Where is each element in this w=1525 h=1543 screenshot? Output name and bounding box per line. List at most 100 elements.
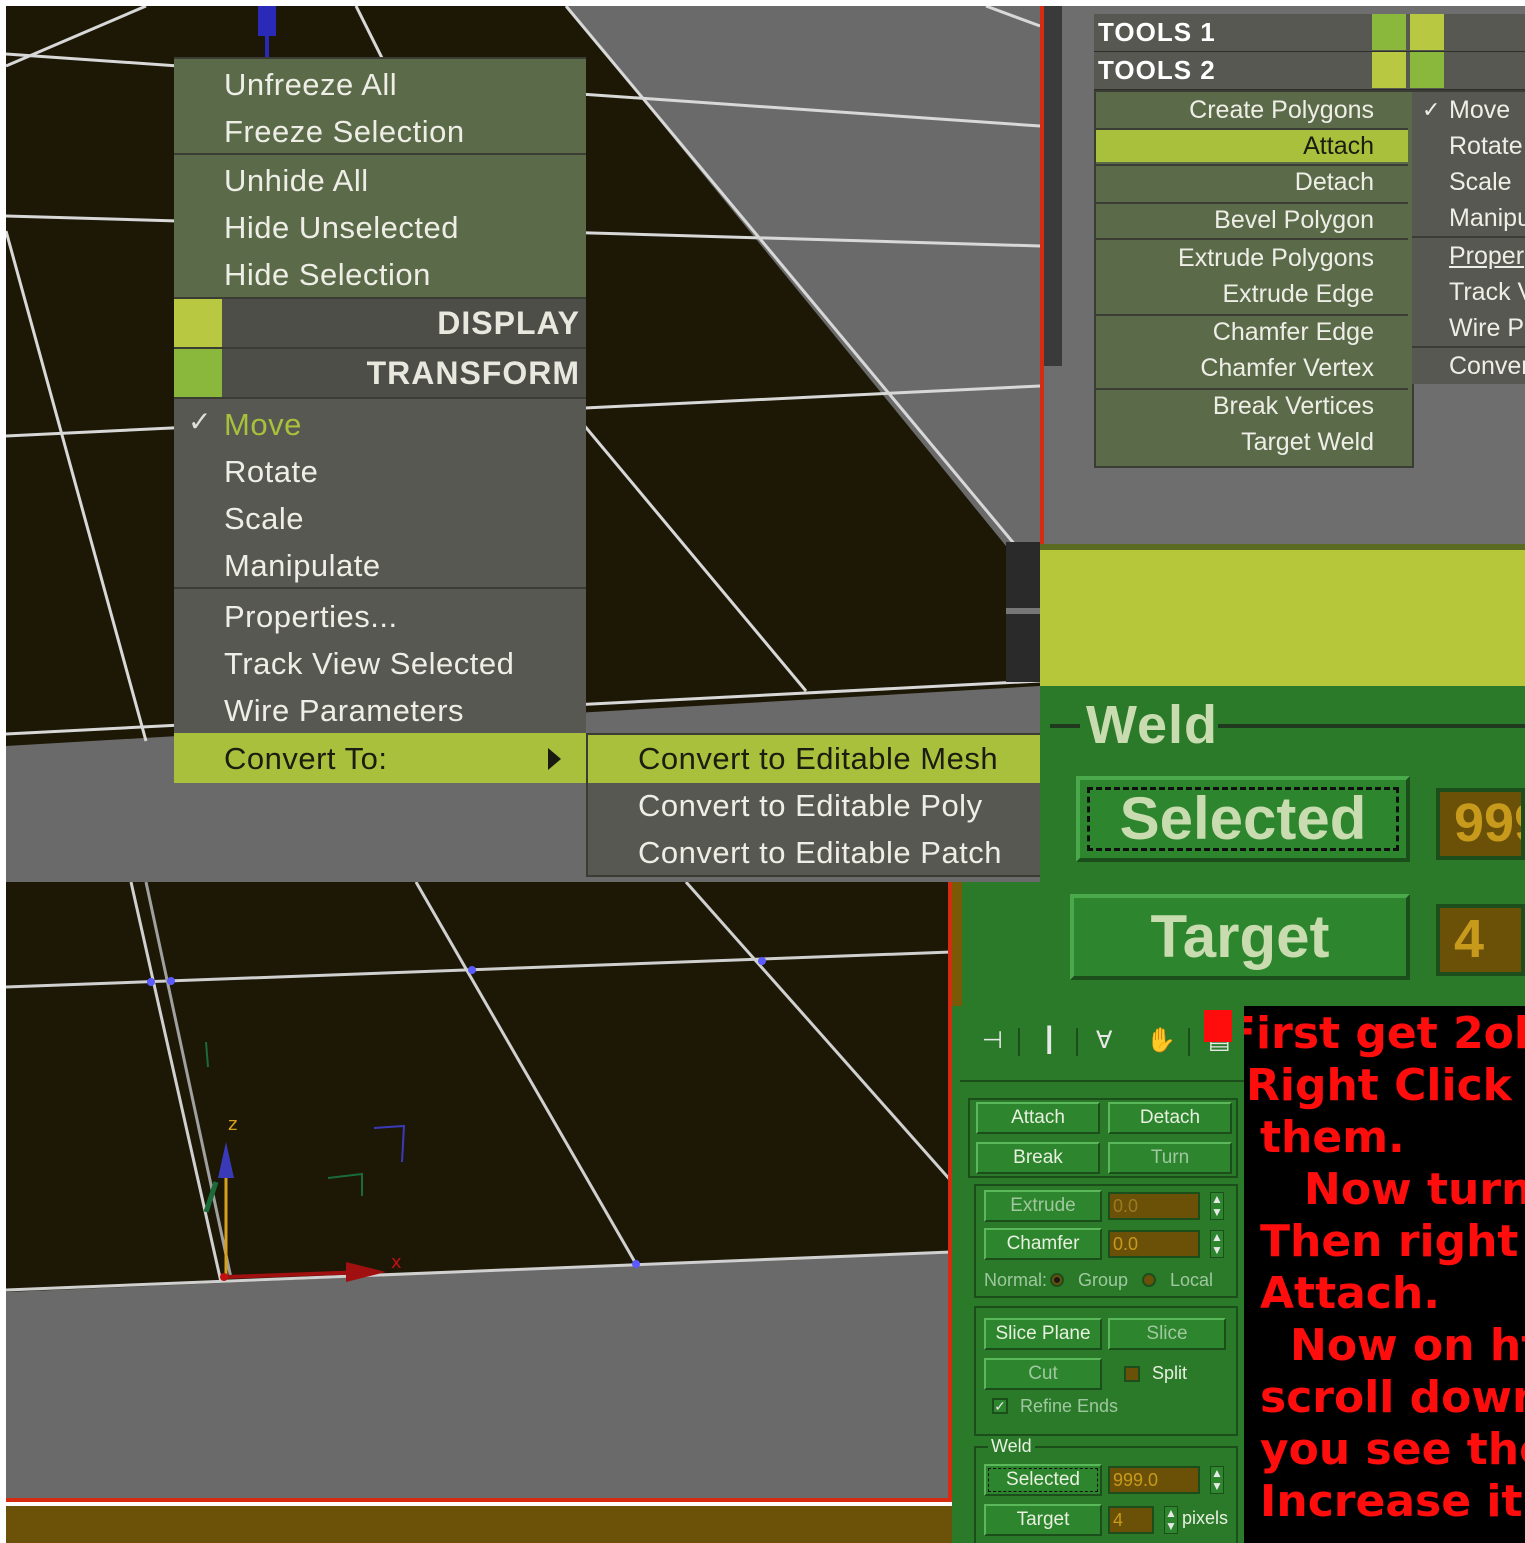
note-line-10: Increase it (1260, 1476, 1523, 1527)
menu-item-unfreeze-all[interactable]: Unfreeze All (224, 61, 397, 108)
quad-menu: Unfreeze All Freeze Selection Unhide All… (174, 57, 586, 783)
weld-zoom-panel: Weld Selected 999 Target 4 (1040, 544, 1525, 1006)
menu-item-scale-2[interactable]: Scale (1449, 164, 1512, 200)
local-label: Local (1170, 1270, 1214, 1290)
menu-item-convert-editable-mesh[interactable]: Convert to Editable Mesh (638, 735, 998, 782)
menu-item-rotate-2[interactable]: Rotate (1449, 128, 1523, 164)
tools1-list: ✓ Move Rotate Scale Manipu Proper Track … (1412, 90, 1525, 384)
weld-target-small-button[interactable]: Target (984, 1504, 1102, 1536)
display-group-1: Unfreeze All Freeze Selection (174, 57, 586, 153)
group-label: Group (1078, 1270, 1129, 1290)
hand-icon[interactable]: ✋ (1146, 1026, 1176, 1055)
menu-item-chamfer-edge[interactable]: Chamfer Edge (1213, 314, 1374, 350)
menu-item-manipulate[interactable]: Manipulate (224, 542, 381, 589)
cut-button[interactable]: Cut (984, 1358, 1102, 1390)
chamfer-amount-field[interactable]: 0.0 (1108, 1230, 1200, 1258)
menu-item-detach[interactable]: Detach (1295, 164, 1374, 200)
menu-item-bevel-polygon[interactable]: Bevel Polygon (1214, 202, 1374, 238)
tools1-swatch-b (1410, 14, 1444, 50)
menu-item-convert-editable-patch[interactable]: Convert to Editable Patch (638, 829, 1002, 876)
weld-threshold-small-field[interactable]: 999.0 (1108, 1466, 1200, 1494)
menu-item-properties[interactable]: Properties... (224, 593, 398, 640)
pixels-label: pixels (1182, 1508, 1229, 1528)
stack-icon[interactable]: ┃ (1042, 1026, 1056, 1055)
slice-plane-button[interactable]: Slice Plane (984, 1318, 1102, 1350)
viewport-edge (1044, 6, 1062, 366)
menu-item-convert-2[interactable]: Conver (1449, 348, 1525, 384)
menu-item-wire-parameters[interactable]: Wire Parameters (224, 687, 464, 734)
menu-item-track-view-selected[interactable]: Track View Selected (224, 640, 514, 687)
weld-target-field[interactable]: 4 (1436, 904, 1525, 976)
display-header[interactable]: DISPLAY (174, 297, 586, 349)
instruction-note: First get 2obj Right Click them. Now tur… (1244, 1006, 1525, 1543)
submenu-arrow-icon (548, 748, 561, 770)
weld-selected-label: Selected (1119, 785, 1367, 852)
menu-item-target-weld[interactable]: Target Weld (1241, 424, 1374, 460)
weld-selected-button[interactable]: Selected (1076, 776, 1410, 862)
split-checkbox[interactable] (1124, 1366, 1140, 1382)
tools1-header[interactable]: TOOLS 1 (1094, 14, 1525, 53)
tools2-header[interactable]: TOOLS 2 (1094, 52, 1525, 91)
detach-button[interactable]: Detach (1108, 1102, 1232, 1134)
menu-item-manipulate-2[interactable]: Manipu (1449, 200, 1525, 236)
tools2-label: TOOLS 2 (1098, 55, 1216, 85)
bottom-viewport[interactable]: z x (6, 882, 952, 1502)
extrude-button[interactable]: Extrude (984, 1190, 1102, 1222)
chamfer-button[interactable]: Chamfer (984, 1228, 1102, 1260)
menu-item-unhide-all[interactable]: Unhide All (224, 157, 369, 204)
display-group-2: Unhide All Hide Unselected Hide Selectio… (174, 153, 586, 297)
menu-item-convert-to[interactable]: Convert To: (174, 733, 586, 783)
chamfer-spinner[interactable]: ▲ ▼ (1210, 1230, 1224, 1258)
break-button[interactable]: Break (976, 1142, 1100, 1174)
weld-target-spinner[interactable]: ▲ ▼ (1164, 1506, 1178, 1534)
extrude-amount-field[interactable]: 0.0 (1108, 1192, 1200, 1220)
weld-label: Weld (988, 1436, 1035, 1457)
normal-local-radio[interactable] (1142, 1273, 1156, 1287)
transform-header[interactable]: TRANSFORM (174, 347, 586, 399)
weld-target-label: Target (1150, 903, 1330, 970)
menu-item-hide-unselected[interactable]: Hide Unselected (224, 204, 459, 251)
turn-button[interactable]: Turn (1108, 1142, 1232, 1174)
menu-item-create-polygons[interactable]: Create Polygons (1189, 92, 1374, 128)
weld-selected-small-button[interactable]: Selected (984, 1464, 1102, 1496)
note-line-1: First get 2obj (1244, 1008, 1525, 1059)
menu-item-chamfer-vertex[interactable]: Chamfer Vertex (1200, 350, 1374, 386)
menu-item-break-vertices[interactable]: Break Vertices (1213, 388, 1374, 424)
menu-item-convert-editable-poly[interactable]: Convert to Editable Poly (638, 782, 983, 829)
menu-item-extrude-edge[interactable]: Extrude Edge (1223, 276, 1375, 312)
normal-group-radio[interactable] (1050, 1273, 1064, 1287)
weld-target-small-field[interactable]: 4 (1108, 1506, 1154, 1534)
extrude-spinner[interactable]: ▲ ▼ (1210, 1192, 1224, 1220)
normal-label: Normal: (984, 1270, 1048, 1290)
refine-ends-checkbox[interactable]: ✓ (992, 1398, 1008, 1414)
menu-item-hide-selection[interactable]: Hide Selection (224, 251, 431, 298)
tools-quad-menu: TOOLS 1 TOOLS 2 Create Polygons Attach D… (1094, 14, 1525, 468)
edit-geometry-panel: ⊣ ┃ ∀ ✋ ▤ Attach Detach Break Turn Extru… (952, 1006, 1244, 1543)
menu-item-move[interactable]: Move (224, 401, 302, 448)
menu-item-scale[interactable]: Scale (224, 495, 304, 542)
note-line-4: Now turn (1304, 1164, 1525, 1215)
slice-button[interactable]: Slice (1108, 1318, 1226, 1350)
weld-threshold-field[interactable]: 999 (1436, 788, 1525, 860)
weld-target-button[interactable]: Target (1070, 894, 1410, 980)
menu-item-properties-2[interactable]: Proper (1449, 238, 1524, 274)
menu-item-freeze-selection[interactable]: Freeze Selection (224, 108, 465, 155)
menu-item-extrude-polygons[interactable]: Extrude Polygons (1178, 240, 1374, 276)
pin-icon[interactable]: ⊣ (982, 1026, 1003, 1055)
weld-threshold-spinner[interactable]: ▲ ▼ (1210, 1466, 1224, 1494)
weld-group-label: Weld (1086, 695, 1219, 755)
tools2-list: Create Polygons Attach Detach Bevel Poly… (1094, 90, 1414, 468)
attach-button[interactable]: Attach (976, 1102, 1100, 1134)
menu-item-wire-2[interactable]: Wire P (1449, 310, 1524, 346)
display-swatch (174, 299, 222, 347)
funnel-icon[interactable]: ∀ (1096, 1026, 1112, 1055)
menu-item-attach[interactable]: Attach (1303, 128, 1374, 164)
note-line-3: them. (1260, 1112, 1405, 1163)
tools2-swatch-b (1410, 52, 1444, 88)
axis-z-label: z (228, 1114, 237, 1135)
menu-item-rotate[interactable]: Rotate (224, 448, 318, 495)
note-line-6: Attach. (1260, 1268, 1440, 1319)
note-marker (1204, 1010, 1232, 1042)
menu-item-track-view-2[interactable]: Track V (1449, 274, 1525, 310)
menu-item-move-2[interactable]: Move (1449, 92, 1510, 128)
